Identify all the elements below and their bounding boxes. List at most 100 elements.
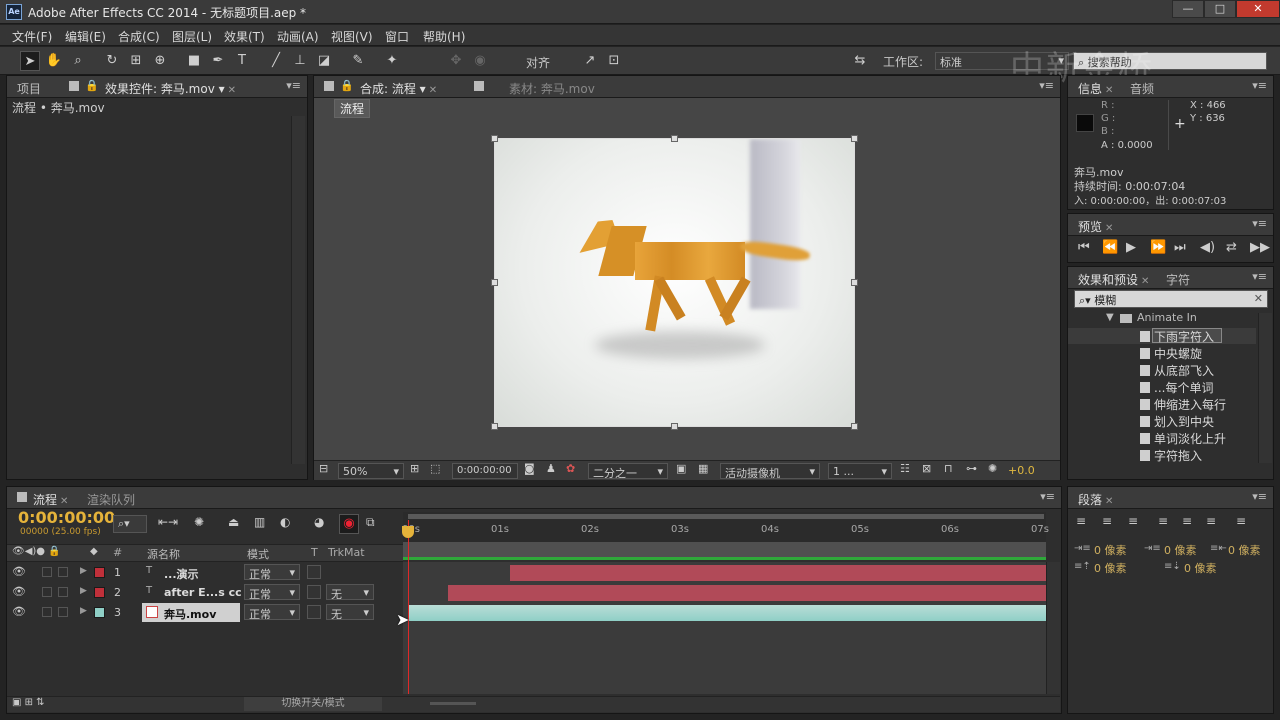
track-matte-select[interactable]: 无 ▾ [326,604,374,620]
maximize-button[interactable]: □ [1204,0,1236,18]
magnify-toggle-icon[interactable]: ⊟ [319,462,328,475]
expand-arrow-icon[interactable]: ▶ [80,566,87,576]
transform-handle[interactable] [491,423,498,430]
effect-item[interactable]: 从底部飞入 [1140,362,1214,379]
ram-preview-icon[interactable]: ▶▶ [1250,240,1270,255]
current-time-field[interactable]: 0:00:00:00 [452,463,518,479]
effect-item[interactable]: 中央螺旋 [1140,345,1202,362]
layer-bar[interactable] [510,565,1046,581]
indent-left-value[interactable]: 0 像素 [1094,542,1127,558]
axis-local-icon[interactable]: ✥ [446,51,466,71]
region-of-interest-icon[interactable]: ▣ [676,462,686,475]
justify-left-icon[interactable]: ≡ [1158,514,1168,528]
live-update-icon[interactable]: ◉ [339,514,359,534]
timeline-search-input[interactable]: ⌕▾ [113,515,147,533]
justify-center-icon[interactable]: ≡ [1182,514,1192,528]
eye-icon[interactable]: 👁 [12,565,26,578]
zoom-slider[interactable] [430,702,476,705]
transparency-grid-icon[interactable]: ▦ [698,462,708,475]
eye-icon[interactable]: 👁 [12,605,26,618]
transform-handle[interactable] [491,279,498,286]
label-color[interactable] [94,587,105,598]
exposure-value[interactable]: +0.0 [1008,464,1035,477]
transform-handle[interactable] [671,135,678,142]
transform-handle[interactable] [851,279,858,286]
first-frame-icon[interactable]: ⏮ [1078,240,1090,255]
brush-tool-icon[interactable]: ╱ [266,51,286,71]
effect-item[interactable]: 伸缩进入每行 [1140,396,1226,413]
track-area[interactable] [403,562,1046,694]
comp-viewer-frame[interactable] [494,138,855,427]
tab-project[interactable]: 项目 [17,80,41,97]
blend-mode-select[interactable]: 正常 ▾ [244,584,300,600]
snapshot-icon[interactable]: ◙ [524,462,535,475]
tab-render-queue[interactable]: 渲染队列 [87,491,135,508]
toggle-pixel-aspect-icon[interactable]: ☷ [900,462,910,475]
minimize-button[interactable]: — [1172,0,1204,18]
panel-menu-icon[interactable]: ▾≡ [1039,79,1054,92]
lock-icon[interactable]: 🔒 [340,79,354,92]
lock-switch[interactable] [58,607,68,617]
lock-switch[interactable] [58,567,68,577]
footer-icons[interactable]: ▣ ⊞ ⇅ [12,697,45,708]
last-frame-icon[interactable]: ⏭ [1174,240,1186,255]
folder-animate-in[interactable]: Animate In [1137,311,1197,324]
tab-effect-controls[interactable]: 效果控件: 奔马.mov ▾ ✕ [105,80,236,97]
lock-switch[interactable] [58,587,68,597]
panel-menu-icon[interactable]: ▾≡ [1252,217,1267,230]
next-frame-icon[interactable]: ⏩ [1150,240,1166,255]
type-tool-icon[interactable]: T [232,51,252,71]
effects-search-input[interactable]: ⌕▾ 模糊 ✕ [1074,290,1268,308]
flowchart-icon[interactable]: ⊶ [966,462,977,475]
preserve-transparency-toggle[interactable] [307,565,321,579]
justify-all-icon[interactable]: ≡ [1236,514,1246,528]
roto-brush-tool-icon[interactable]: ✎ [348,51,368,71]
tab-footage[interactable]: 素材: 奔马.mov [509,80,595,97]
rotate-tool-icon[interactable]: ↻ [102,51,122,71]
menu-effect[interactable]: 效果(T) [224,28,265,45]
axis-world-icon[interactable]: ◉ [470,51,490,71]
playhead-handle[interactable] [402,526,414,538]
tab-preview[interactable]: 预览 ✕ [1078,218,1113,235]
tab-info[interactable]: 信息 ✕ [1078,80,1113,97]
rectangle-tool-icon[interactable]: ■ [184,51,204,71]
solo-switch[interactable] [42,607,52,617]
loop-icon[interactable]: ⇄ [1226,240,1237,255]
scrollbar[interactable] [291,116,305,464]
timeline-icon[interactable]: ⊓ [944,462,953,475]
timeline-timecode[interactable]: 0:00:00:00 [18,508,115,527]
space-before-value[interactable]: 0 像素 [1094,560,1127,576]
lock-icon[interactable]: 🔒 [85,79,99,92]
indent-right-value[interactable]: 0 像素 [1228,542,1261,558]
menu-layer[interactable]: 图层(L) [172,28,212,45]
layer-bar[interactable] [448,585,1046,601]
layer-row[interactable]: 👁 ▶ 3 奔马.mov 正常 ▾ 无 ▾ [0,603,402,622]
motion-blur-icon[interactable]: ◐ [280,515,290,529]
close-button[interactable]: ✕ [1236,0,1280,18]
camera-tool-icon[interactable]: ⊞ [126,51,146,71]
panel-menu-icon[interactable]: ▾≡ [1252,490,1267,503]
menu-composition[interactable]: 合成(C) [118,28,160,45]
align-center-icon[interactable]: ≡ [1102,514,1112,528]
solo-switch[interactable] [42,567,52,577]
solo-switch[interactable] [42,587,52,597]
space-after-value[interactable]: 0 像素 [1184,560,1217,576]
effect-item[interactable]: 划入到中央 [1140,413,1214,430]
layer-name[interactable]: after E...s cc [164,586,242,599]
zoom-select[interactable]: 50% ▾ [338,463,404,479]
zoom-tool-icon[interactable]: ⌕ [68,51,88,71]
panel-menu-icon[interactable]: ▾≡ [1252,270,1267,283]
expand-icon[interactable]: ⊡ [604,51,624,71]
current-time-indicator[interactable] [408,520,409,694]
label-color[interactable] [94,607,105,618]
resolution-select[interactable]: 二分之一 ▾ [588,463,668,479]
pan-behind-tool-icon[interactable]: ⊕ [150,51,170,71]
effect-item[interactable]: 字符拖入 [1140,447,1202,464]
puppet-tool-icon[interactable]: ✦ [382,51,402,71]
effect-item[interactable]: ...每个单词 [1140,379,1213,396]
menu-window[interactable]: 窗口 [385,28,409,45]
blend-mode-select[interactable]: 正常 ▾ [244,604,300,620]
views-select[interactable]: 1 ... ▾ [828,463,892,479]
panel-menu-icon[interactable]: ▾≡ [1252,79,1267,92]
prev-frame-icon[interactable]: ⏪ [1102,240,1118,255]
